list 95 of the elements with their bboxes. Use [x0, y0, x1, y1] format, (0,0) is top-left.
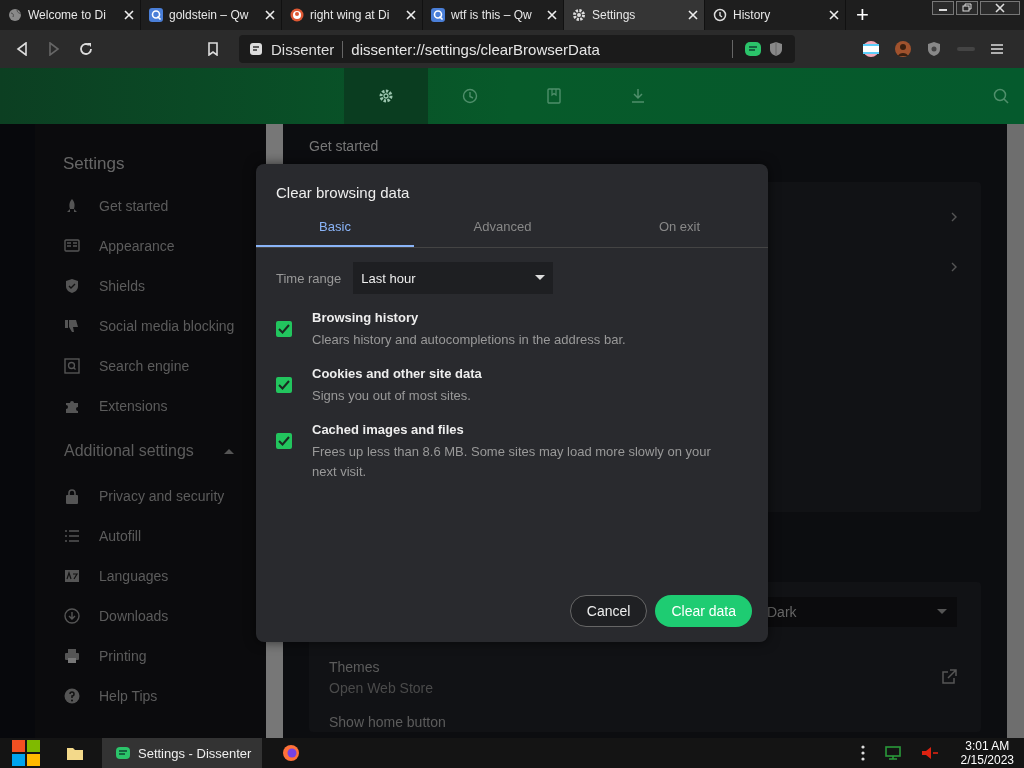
history-icon [462, 88, 478, 104]
dialog-tab[interactable]: Advanced [414, 211, 591, 247]
sidebar-item[interactable]: Extensions [63, 386, 266, 426]
windows-logo-icon[interactable] [10, 738, 42, 768]
address-bar[interactable]: Dissenter dissenter://settings/clearBrowserData [239, 35, 795, 63]
thumbs-down-icon [64, 318, 80, 334]
shield-icon [64, 278, 80, 294]
list-icon [64, 528, 80, 544]
clock-time: 3:01 AM [964, 739, 1011, 753]
search-icon [64, 358, 80, 374]
flag-icon[interactable] [863, 41, 879, 57]
duck-logo-icon [290, 8, 304, 22]
chevron-right-icon[interactable] [951, 212, 957, 222]
comment-icon [116, 747, 130, 759]
gear-icon [378, 88, 394, 104]
minimize-icon[interactable] [932, 1, 954, 15]
tab-title: goldstein – Qw [169, 8, 250, 22]
layout-icon [64, 238, 80, 254]
dialog-tab[interactable]: On exit [591, 211, 768, 247]
close-icon[interactable] [980, 1, 1020, 15]
download-icon [630, 88, 646, 104]
sidebar-title: Settings [63, 154, 126, 174]
clear-data-button[interactable]: Clear data [655, 595, 752, 627]
taskbar-button[interactable]: Settings - Dissenter [102, 738, 262, 768]
globe-icon [8, 8, 22, 22]
section-heading: Get started [309, 138, 380, 156]
restore-icon[interactable] [956, 1, 978, 15]
external-link-icon[interactable] [941, 669, 957, 685]
sidebar-item[interactable]: Privacy and security [63, 476, 266, 516]
sidebar-item[interactable]: Downloads [63, 596, 266, 636]
time-range-dropdown[interactable]: Last hour [353, 262, 554, 294]
translate-icon [64, 568, 80, 584]
sidebar-item[interactable]: Autofill [63, 516, 266, 556]
option-description: Clears history and autocompletions in the address bar. [312, 331, 627, 349]
shield-icon[interactable] [927, 41, 941, 57]
sidebar-item[interactable]: Shields [63, 266, 266, 306]
option-description: Frees up less than 8.6 MB. Some sites may load more slowly on your next visit. [312, 443, 712, 481]
sidebar-item[interactable]: Social media blocking [63, 306, 266, 346]
option-title: Cookies and other site data [312, 366, 483, 381]
setting-subtitle: Open Web Store [329, 679, 435, 696]
cancel-button[interactable]: Cancel [569, 595, 648, 627]
speaker-muted-icon[interactable] [920, 746, 939, 760]
option-description: Signs you out of most sites. [312, 387, 472, 405]
printer-icon [64, 648, 80, 664]
bookmarks-icon [546, 88, 562, 104]
option-title: Cached images and files [312, 422, 465, 437]
option-title: Browsing history [312, 310, 420, 325]
sidebar-item[interactable]: Help Tips [63, 676, 266, 716]
history-icon [713, 8, 727, 22]
q-logo-icon [431, 8, 445, 22]
dialog-title: Clear browsing data [275, 183, 411, 203]
url-text: dissenter://settings/clearBrowserData [351, 40, 600, 58]
caret-up-icon [224, 448, 234, 454]
folder-icon[interactable] [66, 745, 84, 761]
shield-icon[interactable] [769, 41, 783, 57]
lock-icon [64, 488, 80, 504]
site-label: Dissenter [271, 40, 344, 58]
checkbox[interactable] [276, 377, 292, 393]
field-label: Time range [276, 270, 342, 286]
checkbox[interactable] [276, 433, 292, 449]
tab-title: History [733, 8, 772, 22]
section-header[interactable]: Additional settings [63, 426, 234, 476]
browser-tab[interactable]: Settings [564, 0, 705, 30]
back-icon[interactable] [15, 42, 29, 56]
caret-down-icon [937, 609, 947, 615]
chevron-right-icon[interactable] [951, 262, 957, 272]
dialog-tab[interactable]: Basic [256, 211, 414, 247]
reload-icon[interactable] [79, 42, 93, 56]
network-icon[interactable] [884, 746, 901, 760]
sidebar-item[interactable]: Languages [63, 556, 266, 596]
sidebar-item[interactable]: Printing [63, 636, 266, 676]
checkbox[interactable] [276, 321, 292, 337]
sidebar-item[interactable]: Search engine [63, 346, 266, 386]
comment-icon[interactable] [745, 42, 761, 56]
download-icon [64, 608, 80, 624]
menu-icon[interactable] [991, 43, 1003, 55]
caret-down-icon [535, 275, 546, 281]
scrollbar[interactable] [1007, 124, 1024, 738]
gear-icon [572, 8, 586, 22]
tab-title: Welcome to Di [28, 8, 107, 22]
bookmark-icon[interactable] [207, 42, 219, 56]
page-icon [249, 42, 263, 56]
puzzle-icon [64, 398, 80, 414]
tab-title: Settings [592, 8, 637, 22]
more-icon[interactable] [860, 745, 865, 761]
q-logo-icon [149, 8, 163, 22]
clock-date: 2/15/2023 [960, 753, 1014, 767]
tab-title: wtf is this – Qw [451, 8, 533, 22]
tab-title: right wing at Di [310, 8, 391, 22]
setting-title: Themes [329, 658, 381, 675]
avatar-icon[interactable] [895, 41, 911, 57]
help-icon [64, 688, 80, 704]
setting-title: Show home button [329, 714, 447, 730]
new-tab-button[interactable]: + [846, 0, 879, 30]
firefox-icon[interactable] [282, 744, 300, 762]
